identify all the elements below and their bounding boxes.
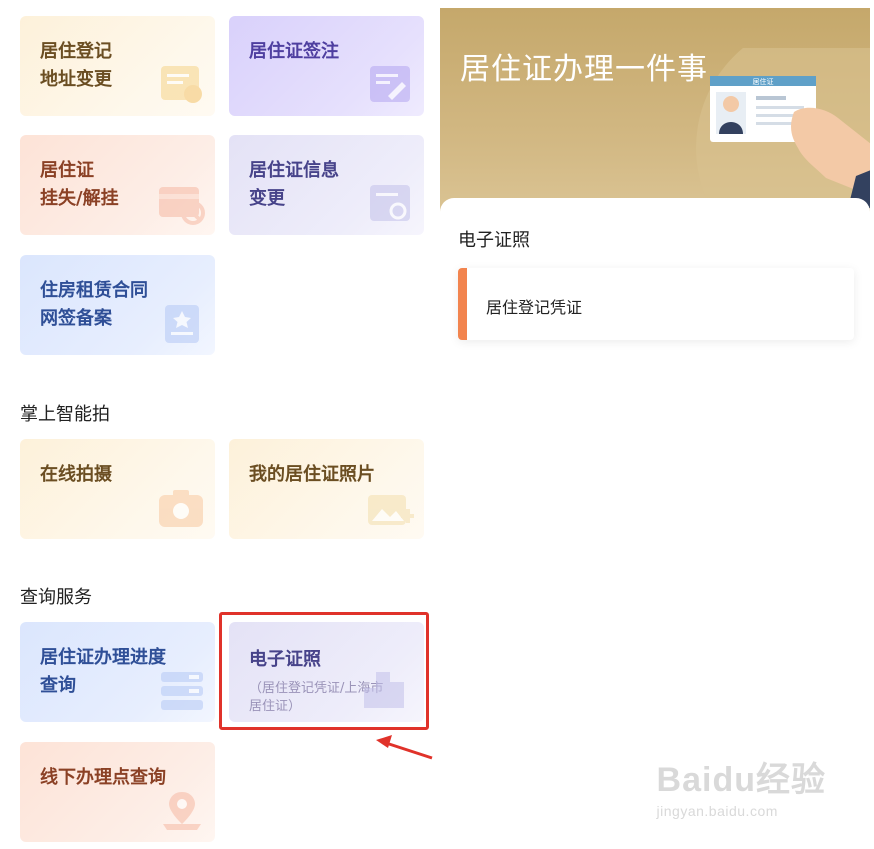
card-rental-contract[interactable]: 住房租赁合同 网签备案 (20, 255, 215, 355)
accent-bar (458, 268, 467, 340)
section-title-smart-photo: 掌上智能拍 (20, 404, 110, 425)
card-endorsement[interactable]: 居住证签注 (229, 16, 424, 116)
card-offline-query[interactable]: 线下办理点查询 (20, 742, 215, 842)
banner-title: 居住证办理一件事 (460, 52, 708, 87)
photo-icon (368, 495, 414, 525)
contract-star-icon (165, 305, 199, 343)
card-title: 在线拍摄 (40, 464, 112, 485)
card-loss-report[interactable]: 居住证 挂失/解挂 (20, 135, 215, 235)
card-title: 线下办理点查询 (40, 767, 166, 788)
section-title-electronic-license: 电子证照 (458, 230, 530, 251)
list-item-residence-registration[interactable]: 居住登记凭证 (458, 268, 854, 340)
card-progress-query[interactable]: 居住证办理进度 查询 (20, 622, 215, 722)
banner: 居住证办理一件事 居住证 (440, 8, 870, 228)
document-edit-icon (161, 66, 202, 103)
list-item-label: 居住登记凭证 (486, 298, 583, 317)
watermark-logo: Baidu经验 (656, 761, 826, 799)
card-address-change[interactable]: 居住登记 地址变更 (20, 16, 215, 116)
highlight-box (219, 612, 429, 730)
card-art-label: 居住证 (753, 77, 774, 86)
right-panel: 居住证办理一件事 居住证 电子证照 居住登记凭证 (440, 8, 870, 849)
camera-icon (159, 490, 203, 527)
pencil-document-icon (370, 66, 410, 102)
section-title-query: 查询服务 (20, 587, 92, 608)
id-card-illustration: 居住证 (696, 48, 870, 208)
card-title: 居住证签注 (249, 41, 339, 62)
card-block-icon (159, 187, 205, 225)
watermark-url: jingyan.baidu.com (656, 803, 778, 819)
card-my-photo[interactable]: 我的居住证照片 (229, 439, 424, 539)
arrow-icon (376, 735, 433, 760)
card-title: 我的居住证照片 (249, 464, 375, 485)
left-panel: 居住登记 地址变更 居住证签注 居住证 挂失/解挂 居住证信息 变更 住房租赁合… (0, 0, 440, 849)
progress-list-icon (161, 672, 203, 710)
map-pin-icon (163, 792, 201, 830)
card-online-photo[interactable]: 在线拍摄 (20, 439, 215, 539)
watermark: Baidu经验 jingyan.baidu.com (657, 752, 826, 819)
card-info-change[interactable]: 居住证信息 变更 (229, 135, 424, 235)
document-refresh-icon (370, 185, 410, 221)
